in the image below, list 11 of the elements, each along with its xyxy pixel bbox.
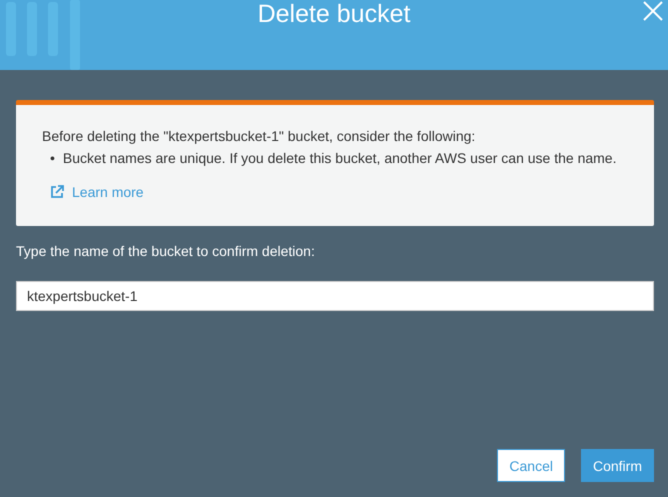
bucket-name-field[interactable]: ktexpertsbucket-1 (16, 281, 654, 311)
close-icon[interactable] (642, 0, 664, 22)
cancel-button[interactable]: Cancel (497, 449, 565, 482)
confirm-button[interactable]: Confirm (580, 449, 654, 482)
notice-text: Before deleting the "ktexpertsbucket-1" bucket, consider the following: (42, 127, 476, 146)
dialog-title: Delete bucket (258, 0, 410, 30)
external-link-icon (50, 185, 64, 199)
field-label: Type the name of the bucket to confirm deletion: (16, 243, 316, 259)
learn-more-link[interactable]: Learn more (42, 184, 144, 200)
notice-point: Bucket names are unique. If you delete this bucket, another AWS user can use the name. (62, 149, 616, 168)
bullet: • (50, 149, 55, 168)
